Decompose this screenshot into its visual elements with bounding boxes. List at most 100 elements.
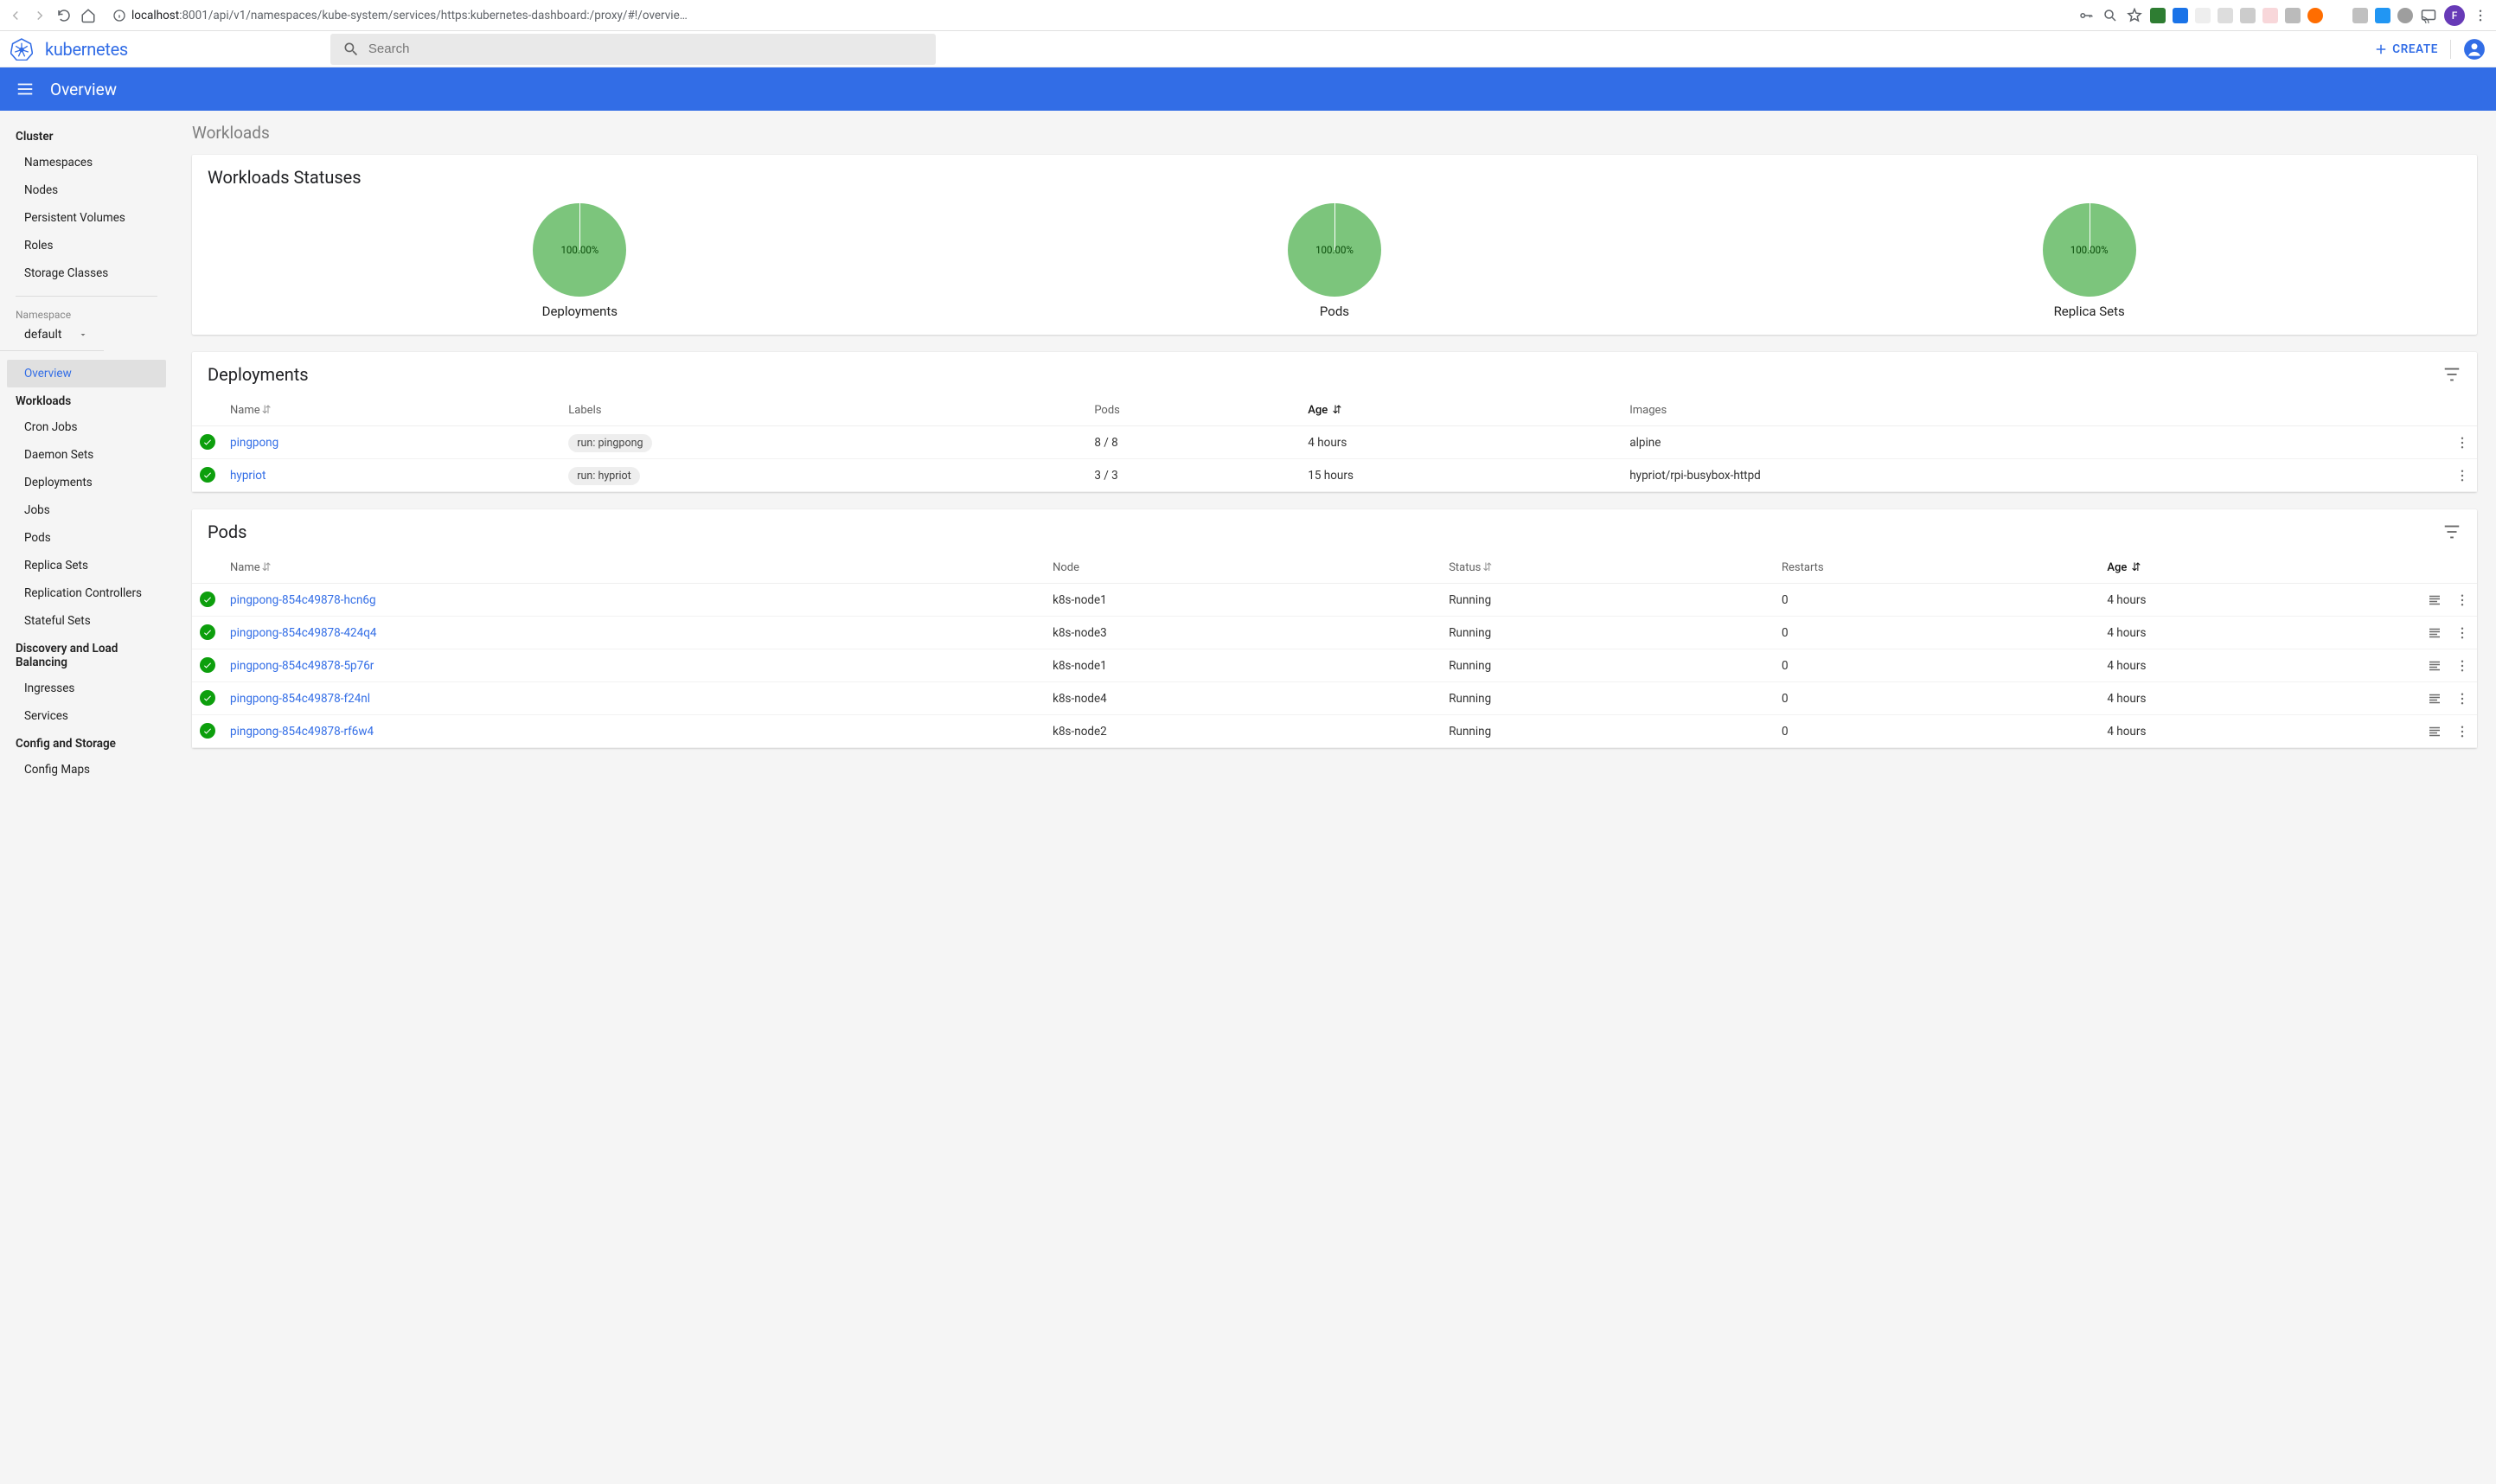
- create-button[interactable]: CREATE: [2373, 42, 2438, 57]
- home-icon[interactable]: [80, 7, 97, 24]
- url-bar[interactable]: localhost:8001/api/v1/namespaces/kube-sy…: [104, 9, 2070, 22]
- namespace-selector[interactable]: default: [0, 323, 104, 351]
- kebab-icon[interactable]: [2454, 724, 2470, 739]
- extension-icon[interactable]: [2375, 8, 2390, 23]
- pie-chart: 100.00%: [2043, 203, 2136, 297]
- page-title: Overview: [50, 80, 117, 99]
- kebab-icon[interactable]: [2454, 435, 2470, 451]
- extension-icon[interactable]: [2352, 8, 2368, 23]
- col-name[interactable]: Name⇵: [223, 395, 561, 426]
- pie-chart: 100.00%: [1288, 203, 1381, 297]
- sidebar-item-cluster-3[interactable]: Roles: [0, 232, 173, 259]
- app-topbar: kubernetes CREATE: [0, 31, 2496, 67]
- col-labels[interactable]: Labels: [561, 395, 1087, 426]
- col-name[interactable]: Name⇵: [223, 553, 1046, 584]
- extension-icon[interactable]: [2307, 8, 2323, 23]
- extension-icon[interactable]: [2218, 8, 2233, 23]
- extension-icon[interactable]: [2240, 8, 2256, 23]
- col-images[interactable]: Images: [1622, 395, 2408, 426]
- col-pods[interactable]: Pods: [1087, 395, 1301, 426]
- col-status[interactable]: Status⇵: [1442, 553, 1775, 584]
- user-account-icon[interactable]: [2463, 38, 2486, 61]
- col-age[interactable]: Age ⇵: [2100, 553, 2408, 584]
- sidebar-item-cluster-2[interactable]: Persistent Volumes: [0, 204, 173, 232]
- search-input[interactable]: [368, 42, 924, 56]
- sidebar-item-cluster-1[interactable]: Nodes: [0, 176, 173, 204]
- deployments-table: Name⇵ Labels Pods Age ⇵ Images pingpong …: [192, 395, 2477, 492]
- browser-toolbar: localhost:8001/api/v1/namespaces/kube-sy…: [0, 0, 2496, 31]
- check-icon: [200, 434, 215, 450]
- col-age[interactable]: Age ⇵: [1301, 395, 1622, 426]
- logs-icon[interactable]: [2427, 658, 2442, 674]
- brand-title: kubernetes: [45, 39, 128, 60]
- sidebar-item-workload-4[interactable]: Pods: [0, 524, 173, 552]
- sidebar-item-discovery-1[interactable]: Services: [0, 702, 173, 730]
- deployment-link[interactable]: hypriot: [230, 469, 266, 483]
- logs-icon[interactable]: [2427, 724, 2442, 739]
- forward-icon[interactable]: [31, 7, 48, 24]
- extension-icon[interactable]: [2173, 8, 2188, 23]
- sidebar-item-workload-3[interactable]: Jobs: [0, 496, 173, 524]
- restarts-value: 0: [1775, 682, 2100, 715]
- pod-link[interactable]: pingpong-854c49878-rf6w4: [230, 725, 374, 739]
- profile-avatar[interactable]: F: [2444, 5, 2465, 26]
- kebab-icon[interactable]: [2454, 691, 2470, 707]
- zoom-icon[interactable]: [2102, 7, 2119, 24]
- sidebar-item-cluster-4[interactable]: Storage Classes: [0, 259, 173, 287]
- extension-icon[interactable]: [2262, 8, 2278, 23]
- col-node[interactable]: Node: [1046, 553, 1442, 584]
- key-icon[interactable]: [2077, 7, 2095, 24]
- pod-link[interactable]: pingpong-854c49878-424q4: [230, 626, 376, 640]
- sidebar-item-workload-7[interactable]: Stateful Sets: [0, 607, 173, 635]
- sidebar-item-workload-0[interactable]: Cron Jobs: [0, 413, 173, 441]
- browser-menu-icon[interactable]: [2472, 7, 2489, 24]
- filter-icon[interactable]: [2442, 522, 2461, 541]
- sidebar-item-workload-1[interactable]: Daemon Sets: [0, 441, 173, 469]
- sidebar-item-workload-6[interactable]: Replication Controllers: [0, 579, 173, 607]
- sidebar-item-discovery-0[interactable]: Ingresses: [0, 675, 173, 702]
- col-restarts[interactable]: Restarts: [1775, 553, 2100, 584]
- status-value: Running: [1442, 617, 1775, 649]
- restarts-value: 0: [1775, 715, 2100, 748]
- check-icon: [200, 592, 215, 607]
- breadcrumb: Workloads: [192, 123, 2477, 143]
- extension-icon[interactable]: [2285, 8, 2301, 23]
- reload-icon[interactable]: [55, 7, 73, 24]
- filter-icon[interactable]: [2442, 365, 2461, 384]
- pod-link[interactable]: pingpong-854c49878-5p76r: [230, 659, 374, 673]
- sidebar-item-cluster-0[interactable]: Namespaces: [0, 149, 173, 176]
- star-icon[interactable]: [2126, 7, 2143, 24]
- pod-link[interactable]: pingpong-854c49878-hcn6g: [230, 593, 376, 607]
- extension-icon[interactable]: [2150, 8, 2166, 23]
- sidebar-item-workload-5[interactable]: Replica Sets: [0, 552, 173, 579]
- kebab-icon[interactable]: [2454, 592, 2470, 608]
- sidebar-item-config-0[interactable]: Config Maps: [0, 756, 173, 784]
- create-label: CREATE: [2392, 42, 2438, 56]
- chevron-down-icon: [78, 329, 88, 340]
- table-row: pingpong-854c49878-rf6w4 k8s-node2 Runni…: [192, 715, 2477, 748]
- logs-icon[interactable]: [2427, 592, 2442, 608]
- age-value: 15 hours: [1301, 459, 1622, 492]
- extension-icon[interactable]: [2195, 8, 2211, 23]
- logs-icon[interactable]: [2427, 691, 2442, 707]
- extension-row: F: [2077, 5, 2489, 26]
- back-icon[interactable]: [7, 7, 24, 24]
- extension-icon[interactable]: [2397, 8, 2413, 23]
- cast-icon[interactable]: [2420, 7, 2437, 24]
- label-chip: run: pingpong: [568, 434, 651, 452]
- sidebar-item-workload-2[interactable]: Deployments: [0, 469, 173, 496]
- extension-icon[interactable]: [2330, 8, 2346, 23]
- pod-link[interactable]: pingpong-854c49878-f24nl: [230, 692, 370, 706]
- search-box[interactable]: [330, 34, 936, 65]
- page-header: Overview: [0, 67, 2496, 111]
- table-row: pingpong-854c49878-5p76r k8s-node1 Runni…: [192, 649, 2477, 682]
- menu-icon[interactable]: [16, 80, 35, 99]
- kebab-icon[interactable]: [2454, 625, 2470, 641]
- age-value: 4 hours: [2100, 715, 2408, 748]
- sidebar-item-overview[interactable]: Overview: [7, 360, 166, 387]
- logs-icon[interactable]: [2427, 625, 2442, 641]
- node-value: k8s-node4: [1046, 682, 1442, 715]
- kebab-icon[interactable]: [2454, 468, 2470, 483]
- kebab-icon[interactable]: [2454, 658, 2470, 674]
- deployment-link[interactable]: pingpong: [230, 436, 278, 450]
